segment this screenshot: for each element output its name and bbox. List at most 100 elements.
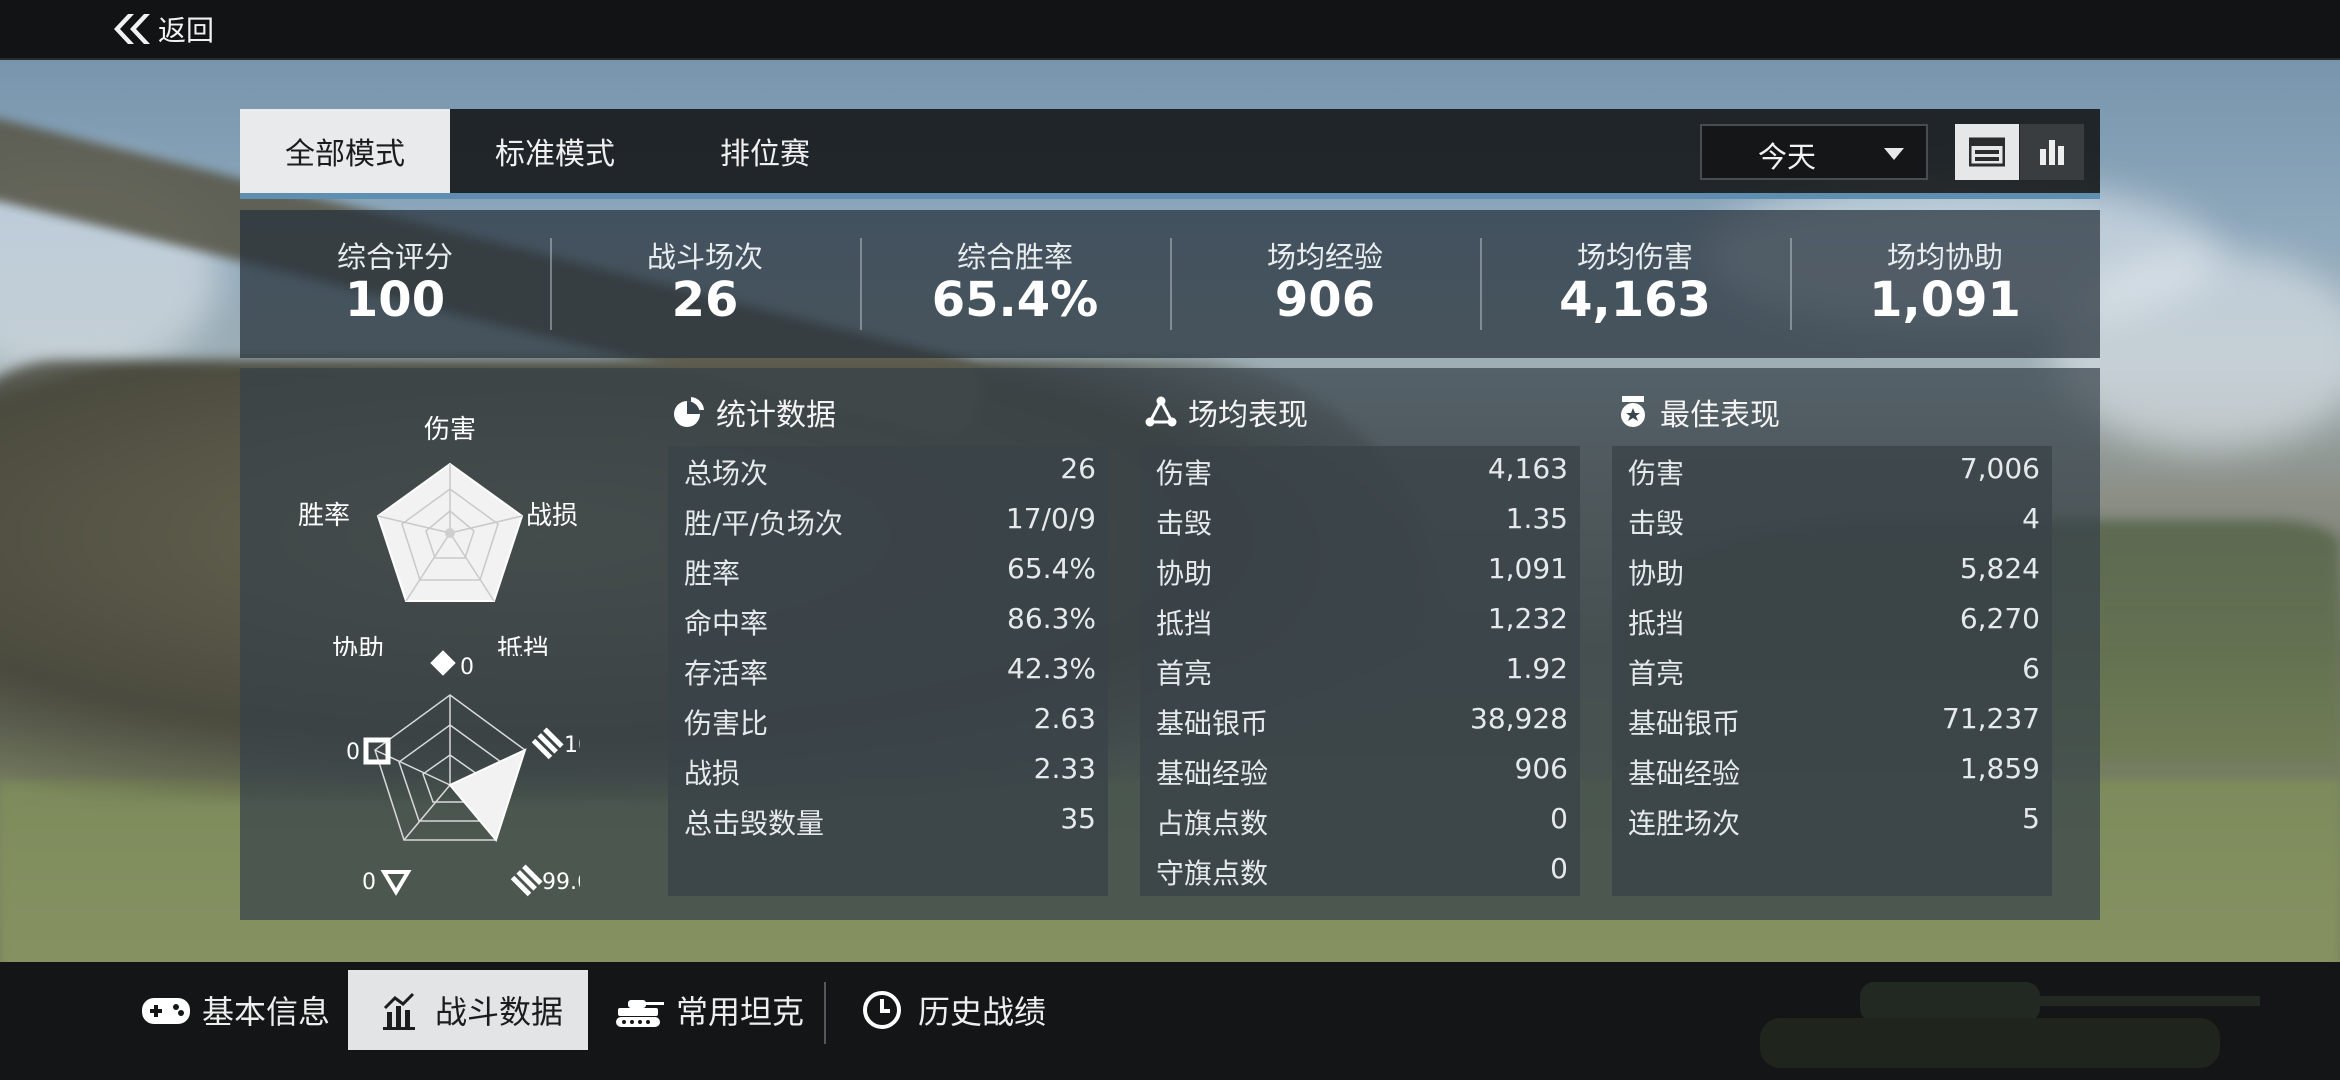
radar-value-top: 0 xyxy=(460,655,474,680)
row-value: 1,859 xyxy=(1959,752,2040,785)
row-key: 总击毁数量 xyxy=(684,807,825,840)
row-key: 协助 xyxy=(1628,557,1685,590)
row-value: 7,006 xyxy=(1959,452,2040,485)
row-value: 38,928 xyxy=(1470,702,1568,735)
nav-common-tanks[interactable]: 常用坦克 xyxy=(614,970,814,1050)
summary-label: 综合评分 xyxy=(336,240,453,274)
tab-label: 标准模式 xyxy=(495,137,615,172)
summary-label: 场均伤害 xyxy=(1576,240,1693,274)
table-row: 伤害比 2.63 xyxy=(684,696,1096,746)
row-value: 1,091 xyxy=(1487,552,1568,585)
row-value: 2.33 xyxy=(1033,752,1096,785)
table-row: 胜/平/负场次 17/0/9 xyxy=(684,496,1096,546)
back-button[interactable]: 返回 xyxy=(108,8,214,50)
radar-label-losses: 战损 xyxy=(526,501,578,531)
row-key: 伤害 xyxy=(1628,457,1685,490)
summary-rating: 综合评分 100 xyxy=(240,210,550,358)
row-key: 首亮 xyxy=(1156,657,1213,690)
row-value: 4,163 xyxy=(1487,452,1568,485)
row-value: 65.4% xyxy=(1007,552,1096,585)
row-value: 42.3% xyxy=(1007,652,1096,685)
tank-silhouette xyxy=(1720,962,2340,1080)
double-chevron-left-icon xyxy=(114,14,150,44)
row-key: 总场次 xyxy=(684,457,769,490)
back-label: 返回 xyxy=(158,14,215,47)
table-row: 存活率 42.3% xyxy=(684,646,1096,696)
table-row: 击毁 4 xyxy=(1628,496,2040,546)
row-key: 存活率 xyxy=(684,657,769,690)
table-row: 基础经验 1,859 xyxy=(1628,746,2040,796)
date-filter-select[interactable]: 今天 xyxy=(1700,124,1928,180)
table-row: 命中率 86.3% xyxy=(684,596,1096,646)
table-row: 基础银币 38,928 xyxy=(1156,696,1568,746)
summary-battles: 战斗场次 26 xyxy=(550,210,860,358)
summary-avg-damage: 场均伤害 4,163 xyxy=(1480,210,1790,358)
nav-label: 常用坦克 xyxy=(676,993,805,1031)
summary-label: 综合胜率 xyxy=(956,240,1073,274)
row-value: 1.35 xyxy=(1505,502,1568,535)
row-key: 守旗点数 xyxy=(1156,857,1269,890)
tab-ranked[interactable]: 排位赛 xyxy=(660,109,870,193)
section-title-best: 最佳表现 xyxy=(1616,390,1780,434)
table-row: 击毁 1.35 xyxy=(1156,496,1568,546)
tab-standard-mode[interactable]: 标准模式 xyxy=(450,109,660,193)
nav-basic-info[interactable]: 基本信息 xyxy=(140,970,340,1050)
radar-label-damage: 伤害 xyxy=(424,415,476,445)
row-key: 伤害 xyxy=(1156,457,1213,490)
clock-icon xyxy=(863,991,901,1029)
row-key: 抵挡 xyxy=(1156,607,1213,640)
table-row: 战损 2.33 xyxy=(684,746,1096,796)
row-value: 0 xyxy=(1550,802,1568,835)
bar-chart-view-icon xyxy=(2040,140,2064,165)
row-value: 6,270 xyxy=(1959,602,2040,635)
tab-all-modes[interactable]: 全部模式 xyxy=(240,109,450,193)
row-value: 5 xyxy=(2022,802,2040,835)
gamepad-icon xyxy=(142,998,190,1024)
section-title-average: 场均表现 xyxy=(1144,390,1308,434)
row-key: 战损 xyxy=(684,757,741,790)
pie-chart-icon xyxy=(674,397,704,427)
row-key: 基础经验 xyxy=(1156,757,1269,790)
radar-value-bottom-right: 99.6 xyxy=(542,870,580,895)
table-view-toggle[interactable] xyxy=(1955,124,2019,180)
row-value: 86.3% xyxy=(1007,602,1096,635)
chart-view-toggle[interactable] xyxy=(2020,124,2084,180)
row-key: 占旗点数 xyxy=(1156,807,1269,840)
table-row: 抵挡 1,232 xyxy=(1156,596,1568,646)
mode-tab-bar: 全部模式 标准模式 排位赛 今天 xyxy=(240,109,2100,199)
medal-icon xyxy=(1621,396,1645,427)
row-key: 抵挡 xyxy=(1628,607,1685,640)
row-value: 17/0/9 xyxy=(1005,502,1096,535)
section-title-text: 统计数据 xyxy=(716,398,836,433)
row-key: 首亮 xyxy=(1628,657,1685,690)
tank-icon xyxy=(616,1000,664,1027)
row-key: 胜/平/负场次 xyxy=(684,507,843,540)
row-value: 2.63 xyxy=(1033,702,1096,735)
summary-value: 1,091 xyxy=(1869,272,2021,328)
row-value: 26 xyxy=(1060,452,1096,485)
summary-value: 100 xyxy=(344,272,446,328)
row-key: 击毁 xyxy=(1156,507,1213,540)
summary-value: 906 xyxy=(1274,272,1376,328)
nav-label: 战斗数据 xyxy=(434,993,563,1031)
section-title-text: 最佳表现 xyxy=(1660,398,1780,433)
nav-battle-data[interactable]: 战斗数据 xyxy=(348,970,588,1050)
radar-chart-roles: 0 100 99.6 0 0 xyxy=(346,650,580,897)
radar-value-right: 100 xyxy=(564,733,580,758)
row-key: 伤害比 xyxy=(684,707,769,740)
radar-value-bottom-left: 0 xyxy=(362,870,376,895)
table-view-icon xyxy=(1969,137,2005,167)
row-value: 4 xyxy=(2022,502,2040,535)
row-value: 1.92 xyxy=(1505,652,1568,685)
table-row: 抵挡 6,270 xyxy=(1628,596,2040,646)
row-key: 胜率 xyxy=(684,557,741,590)
row-value: 71,237 xyxy=(1942,702,2040,735)
table-row: 总场次 26 xyxy=(684,446,1096,496)
summary-value: 65.4% xyxy=(931,272,1099,328)
table-row: 占旗点数 0 xyxy=(1156,796,1568,846)
summary-avg-assist: 场均协助 1,091 xyxy=(1790,210,2100,358)
nav-label: 基本信息 xyxy=(202,993,331,1031)
summary-avg-exp: 场均经验 906 xyxy=(1170,210,1480,358)
nav-battle-history[interactable]: 历史战绩 xyxy=(856,970,1056,1050)
row-key: 基础银币 xyxy=(1628,707,1741,740)
